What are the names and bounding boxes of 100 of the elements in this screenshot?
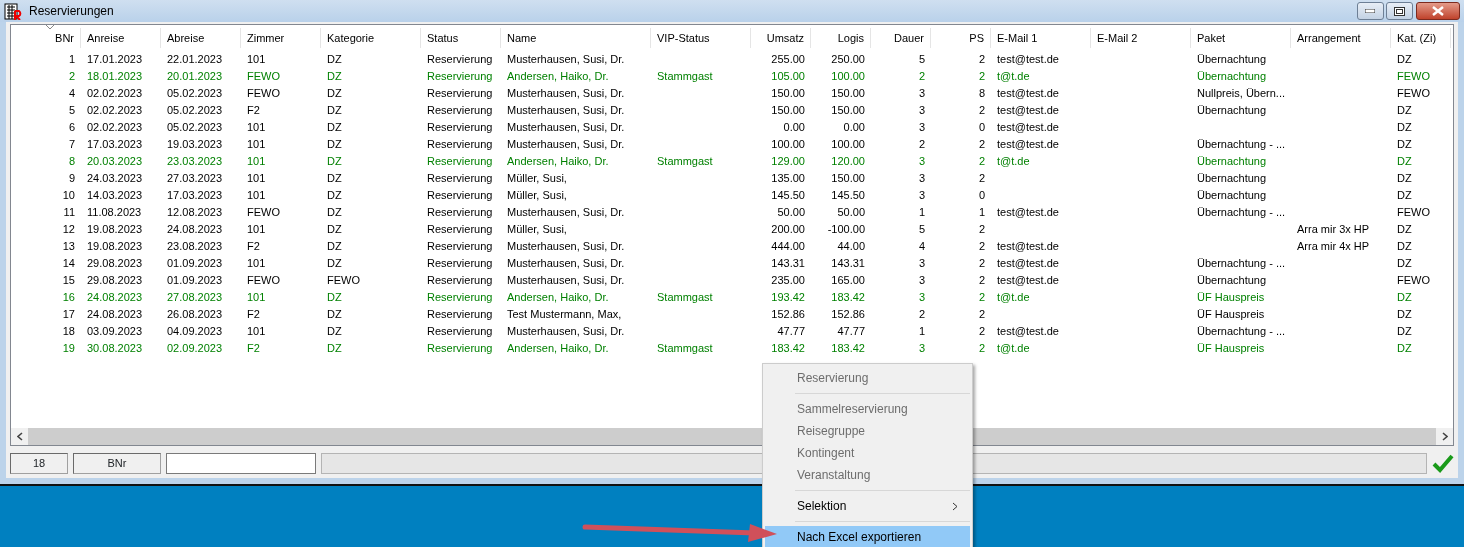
table-cell: Reservierung	[427, 87, 493, 100]
table-cell: 150.00	[771, 87, 805, 100]
table-cell: t@t.de	[997, 342, 1030, 355]
table-cell: Müller, Susi,	[507, 223, 567, 236]
table-cell: 2	[978, 70, 985, 83]
table-cell: 16	[62, 291, 75, 304]
table-cell: Reservierung	[427, 223, 493, 236]
column-header[interactable]: Name	[501, 28, 651, 48]
column-header[interactable]: Anreise	[81, 28, 161, 48]
table-cell: Reservierung	[427, 53, 493, 66]
table-cell: 2	[918, 308, 925, 321]
table-cell: DZ	[327, 206, 342, 219]
column-header[interactable]: Umsatz	[751, 28, 811, 48]
table-cell: 8	[978, 87, 985, 100]
table-cell: 20.01.2023	[167, 70, 223, 83]
table-cell: Stammgast	[657, 70, 713, 83]
column-header[interactable]: PS	[931, 28, 991, 48]
table-cell: 100.00	[831, 70, 865, 83]
table-cell: Übernachtung	[1197, 189, 1267, 202]
column-header[interactable]: E-Mail 1	[991, 28, 1091, 48]
table-cell: DZ	[327, 70, 342, 83]
window-title: Reservierungen	[29, 3, 114, 20]
column-header[interactable]: E-Mail 2	[1091, 28, 1191, 48]
column-header[interactable]: Logis	[811, 28, 871, 48]
table-cell: 255.00	[771, 53, 805, 66]
table-cell: 24.08.2023	[87, 308, 143, 321]
table-cell: Musterhausen, Susi, Dr.	[507, 138, 625, 151]
table-cell: Stammgast	[657, 291, 713, 304]
menu-item[interactable]: Selektion	[765, 495, 970, 517]
table-cell: Reservierung	[427, 70, 493, 83]
table-cell: 3	[918, 189, 925, 202]
column-header[interactable]: Dauer	[871, 28, 931, 48]
column-header[interactable]: Abreise	[161, 28, 241, 48]
table-cell: 05.02.2023	[167, 104, 223, 117]
table-cell: DZ	[327, 189, 342, 202]
table-cell: DZ	[327, 104, 342, 117]
column-header[interactable]: VIP-Status	[651, 28, 751, 48]
table-cell: 19.08.2023	[87, 223, 143, 236]
table-cell: 101	[247, 121, 266, 134]
column-header[interactable]: Kategorie	[321, 28, 421, 48]
table-cell: Musterhausen, Susi, Dr.	[507, 87, 625, 100]
table-cell: 2	[978, 308, 985, 321]
table-cell: Musterhausen, Susi, Dr.	[507, 104, 625, 117]
table-cell: 145.50	[771, 189, 805, 202]
column-header[interactable]: Paket	[1191, 28, 1291, 48]
table-cell: 03.09.2023	[87, 325, 143, 338]
table-cell: 101	[247, 257, 266, 270]
table-cell: 101	[247, 189, 266, 202]
table-cell: 14	[62, 257, 75, 270]
menu-item[interactable]: Nach Excel exportieren	[765, 526, 970, 547]
table-cell: 2	[978, 155, 985, 168]
table-cell: DZ	[327, 257, 342, 270]
table-cell: DZ	[327, 53, 342, 66]
table-cell: DZ	[1397, 138, 1412, 151]
table-cell: 3	[918, 172, 925, 185]
table-cell: DZ	[327, 342, 342, 355]
column-header[interactable]: Arrangement	[1291, 28, 1391, 48]
table-cell: FEWO	[1397, 87, 1430, 100]
table-cell: 15	[62, 274, 75, 287]
table-cell: 101	[247, 223, 266, 236]
table-cell: DZ	[327, 121, 342, 134]
table-cell: test@test.de	[997, 325, 1059, 338]
table-cell: 0	[978, 189, 985, 202]
column-header[interactable]: Status	[421, 28, 501, 48]
table-cell: 165.00	[831, 274, 865, 287]
table-cell: 12	[62, 223, 75, 236]
table-cell: 02.09.2023	[167, 342, 223, 355]
table-cell: FEWO	[247, 206, 280, 219]
table-cell: 3	[918, 274, 925, 287]
table-cell: 101	[247, 53, 266, 66]
column-header[interactable]: Zimmer	[241, 28, 321, 48]
table-cell: Musterhausen, Susi, Dr.	[507, 240, 625, 253]
table-cell: test@test.de	[997, 138, 1059, 151]
column-header[interactable]: BNr	[55, 32, 74, 44]
table-cell: Andersen, Haiko, Dr.	[507, 155, 609, 168]
table-cell: 10	[62, 189, 75, 202]
table-cell: ÜF Hauspreis	[1197, 308, 1265, 321]
table-cell: 01.09.2023	[167, 257, 223, 270]
table-cell: 183.42	[831, 291, 865, 304]
table-cell: 17	[62, 308, 75, 321]
table-cell: 1	[918, 325, 925, 338]
table-cell: 14.03.2023	[87, 189, 143, 202]
table-cell: 19.08.2023	[87, 240, 143, 253]
table-cell: FEWO	[1397, 70, 1430, 83]
table-cell: Reservierung	[427, 257, 493, 270]
table-cell: 18	[62, 325, 75, 338]
table-cell: 20.03.2023	[87, 155, 143, 168]
column-header[interactable]: Kat. (Zi)	[1391, 28, 1451, 48]
table-cell: 129.00	[771, 155, 805, 168]
table-cell: 29.08.2023	[87, 274, 143, 287]
table-cell: 3	[918, 155, 925, 168]
table-cell: DZ	[327, 325, 342, 338]
table-cell: DZ	[1397, 189, 1412, 202]
table-cell: 3	[918, 342, 925, 355]
table-cell: Reservierung	[427, 189, 493, 202]
table-cell: 143.31	[831, 257, 865, 270]
table-cell: 17.03.2023	[167, 189, 223, 202]
table-cell: DZ	[327, 308, 342, 321]
table-cell: DZ	[327, 291, 342, 304]
table-cell: 24.03.2023	[87, 172, 143, 185]
